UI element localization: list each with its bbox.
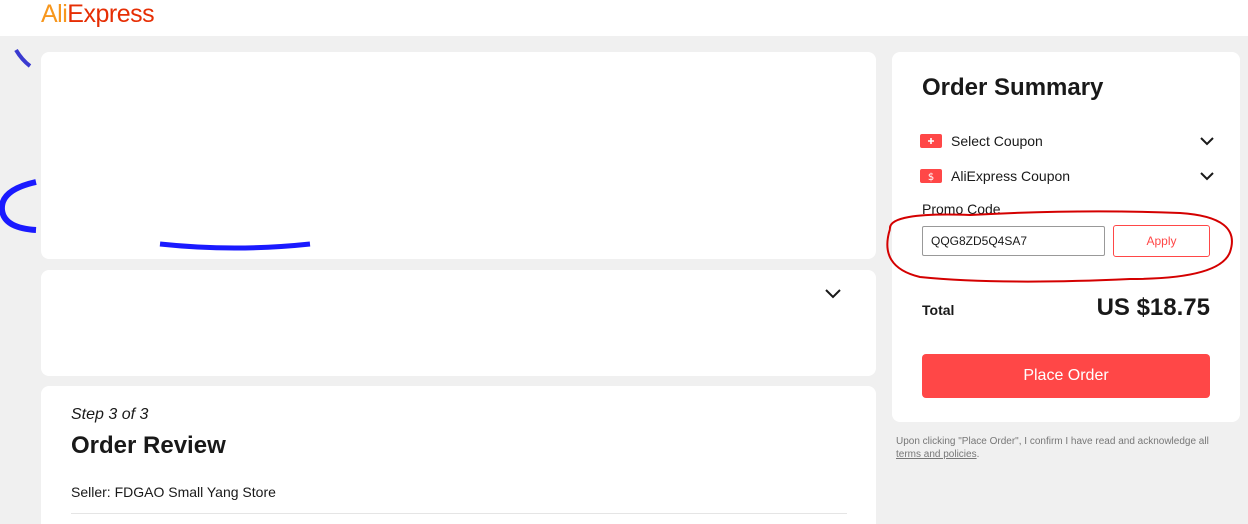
order-summary-card: Order Summary Select Coupon $ AliExpress… [886,52,1240,422]
divider [71,513,847,514]
total-label: Total [922,302,955,318]
aliexpress-coupon-label: AliExpress Coupon [951,168,1071,184]
chevron-down-icon[interactable] [1198,167,1216,185]
place-order-button[interactable]: Place Order [922,354,1210,398]
logo-part-express: Express [67,0,155,28]
dollar-coupon-icon: $ [920,169,942,183]
shipping-address-card [41,52,876,259]
apply-button[interactable]: Apply [1113,225,1210,257]
promo-code-label: Promo Code [922,201,1001,217]
logo-part-ali: Ali [41,0,68,28]
select-coupon-row[interactable]: Select Coupon [920,131,1043,151]
seller-name: Seller: FDGAO Small Yang Store [71,484,276,500]
promo-code-input[interactable] [922,226,1105,256]
step-indicator: Step 3 of 3 [71,406,149,423]
coupon-icon [920,134,942,148]
select-coupon-label: Select Coupon [951,133,1043,149]
order-review-card: Step 3 of 3 Order Review Seller: FDGAO S… [41,386,876,524]
aliexpress-coupon-row[interactable]: $ AliExpress Coupon [920,166,1070,186]
chevron-down-icon[interactable] [1198,132,1216,150]
terms-and-policies-link[interactable]: terms and policies [896,449,977,460]
svg-text:$: $ [928,172,934,183]
disclaimer-end: . [976,449,980,460]
aliexpress-logo[interactable]: AliExpress [41,0,155,29]
top-bar: AliExpress [0,0,1248,36]
order-disclaimer: Upon clicking "Place Order", I confirm I… [896,435,1241,461]
order-summary-title: Order Summary [922,74,1104,101]
order-review-title: Order Review [71,432,226,459]
total-value: US $18.75 [1096,294,1210,321]
chevron-down-icon[interactable] [824,285,842,303]
payment-card[interactable] [41,270,876,376]
disclaimer-text: Upon clicking "Place Order", I confirm I… [896,436,1209,447]
